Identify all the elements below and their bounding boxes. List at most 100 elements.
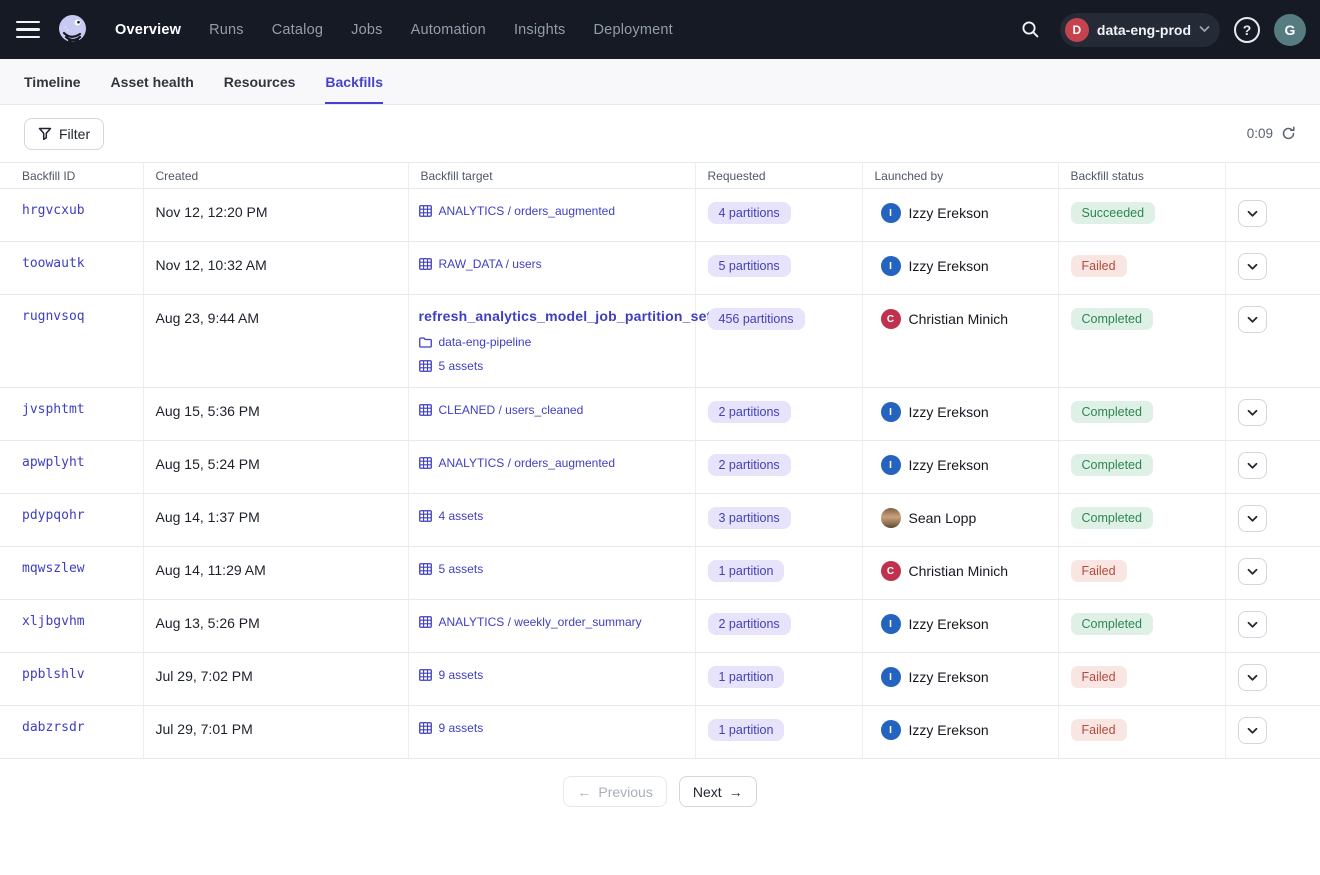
primary-nav: Overview Runs Catalog Jobs Automation In… [115,22,673,38]
backfill-id-link[interactable]: toowautk [22,256,85,271]
row-expand-button[interactable] [1238,611,1267,638]
asset-link[interactable]: ANALYTICS / orders_augmented [419,204,683,218]
status-badge: Failed [1071,255,1127,277]
col-backfill-id: Backfill ID [0,163,143,189]
requested-partitions-badge: 456 partitions [708,308,805,330]
backfill-id-link[interactable]: jvsphtmt [22,402,85,417]
dagster-logo-icon[interactable] [54,11,91,48]
created-cell: Aug 23, 9:44 AM [143,295,408,388]
row-expand-button[interactable] [1238,505,1267,532]
status-badge: Completed [1071,507,1153,529]
backfill-id-link[interactable]: apwplyht [22,455,85,470]
target-cell: 4 assets [408,494,695,547]
backfills-table: Backfill ID Created Backfill target Requ… [0,162,1320,759]
row-expand-button[interactable] [1238,717,1267,744]
row-expand-button[interactable] [1238,306,1267,333]
target-cell: 9 assets [408,653,695,706]
backfill-id-link[interactable]: ppblshlv [22,667,85,682]
nav-item-insights[interactable]: Insights [514,22,566,38]
menu-icon[interactable] [16,17,42,43]
status-badge: Failed [1071,719,1127,741]
backfill-id-link[interactable]: dabzrsdr [22,720,85,735]
row-expand-button[interactable] [1238,558,1267,585]
nav-item-catalog[interactable]: Catalog [272,22,323,38]
created-cell: Aug 13, 5:26 PM [143,600,408,653]
user-avatar[interactable]: G [1274,14,1306,46]
backfill-id-link[interactable]: xljbgvhm [22,614,85,629]
col-backfill-status: Backfill status [1058,163,1225,189]
asset-link-label: 9 assets [439,668,484,682]
arrow-left-icon: ← [577,784,591,800]
table-row: dabzrsdr Jul 29, 7:01 PM 9 assets 1 part… [0,706,1320,759]
backfill-id-link[interactable]: pdypqohr [22,508,85,523]
launched-by: C Christian Minich [881,561,1046,581]
person-name: Sean Lopp [909,510,977,526]
requested-partitions-badge: 4 partitions [708,202,791,224]
tab-backfills[interactable]: Backfills [325,59,383,104]
launched-by: I Izzy Erekson [881,203,1046,223]
person-name: Izzy Erekson [909,457,989,473]
overview-tabs: Timeline Asset health Resources Backfill… [0,59,1320,105]
asset-table-icon [419,457,432,469]
asset-link-label: 4 assets [439,509,484,523]
nav-item-overview[interactable]: Overview [115,22,181,38]
asset-link[interactable]: RAW_DATA / users [419,257,683,271]
row-expand-button[interactable] [1238,664,1267,691]
nav-item-jobs[interactable]: Jobs [351,22,382,38]
launched-by: I Izzy Erekson [881,256,1046,276]
tab-asset-health[interactable]: Asset health [111,59,194,104]
person-name: Izzy Erekson [909,205,989,221]
asset-table-icon [419,258,432,270]
asset-table-icon [419,722,432,734]
nav-item-automation[interactable]: Automation [411,22,486,38]
arrow-right-icon: → [729,784,743,800]
row-expand-button[interactable] [1238,399,1267,426]
nav-item-runs[interactable]: Runs [209,22,244,38]
asset-link[interactable]: ANALYTICS / orders_augmented [419,456,683,470]
row-expand-button[interactable] [1238,200,1267,227]
target-cell: ANALYTICS / weekly_order_summary [408,600,695,653]
tab-timeline[interactable]: Timeline [24,59,81,104]
asset-link[interactable]: CLEANED / users_cleaned [419,403,683,417]
asset-link[interactable]: 9 assets [419,721,683,735]
search-icon[interactable] [1016,15,1046,45]
asset-link[interactable]: 5 assets [419,562,683,576]
status-badge: Completed [1071,308,1153,330]
next-page-button[interactable]: Next → [679,776,757,807]
filter-label: Filter [59,126,90,142]
chevron-down-icon [1247,727,1258,735]
previous-page-button[interactable]: ← Previous [563,776,666,807]
help-icon[interactable]: ? [1234,17,1260,43]
asset-table-icon [419,205,432,217]
asset-link[interactable]: ANALYTICS / weekly_order_summary [419,615,683,629]
refresh-icon[interactable] [1281,126,1296,141]
asset-link-label: ANALYTICS / orders_augmented [439,456,616,470]
backfill-id-link[interactable]: rugnvsoq [22,309,85,324]
person-name: Izzy Erekson [909,616,989,632]
requested-partitions-badge: 2 partitions [708,454,791,476]
status-badge: Failed [1071,666,1127,688]
asset-link[interactable]: 9 assets [419,668,683,682]
tab-resources[interactable]: Resources [224,59,296,104]
backfill-id-link[interactable]: mqwszlew [22,561,85,576]
job-link[interactable]: refresh_analytics_model_job_partition_se… [419,308,683,324]
asset-link[interactable]: 4 assets [419,509,683,523]
asset-table-icon [419,616,432,628]
deployment-switcher[interactable]: D data-eng-prod [1060,13,1220,47]
person-avatar: I [881,720,901,740]
status-badge: Completed [1071,454,1153,476]
assets-link[interactable]: 5 assets [419,359,683,373]
row-expand-button[interactable] [1238,452,1267,479]
requested-partitions-badge: 3 partitions [708,507,791,529]
created-cell: Aug 14, 1:37 PM [143,494,408,547]
row-expand-button[interactable] [1238,253,1267,280]
code-location-link[interactable]: data-eng-pipeline [419,335,683,349]
asset-link-label: ANALYTICS / weekly_order_summary [439,615,642,629]
launched-by: I Izzy Erekson [881,614,1046,634]
filter-button[interactable]: Filter [24,118,104,150]
nav-item-deployment[interactable]: Deployment [594,22,673,38]
person-name: Christian Minich [909,311,1009,327]
person-avatar: I [881,203,901,223]
table-row: ppblshlv Jul 29, 7:02 PM 9 assets 1 part… [0,653,1320,706]
backfill-id-link[interactable]: hrgvcxub [22,203,85,218]
